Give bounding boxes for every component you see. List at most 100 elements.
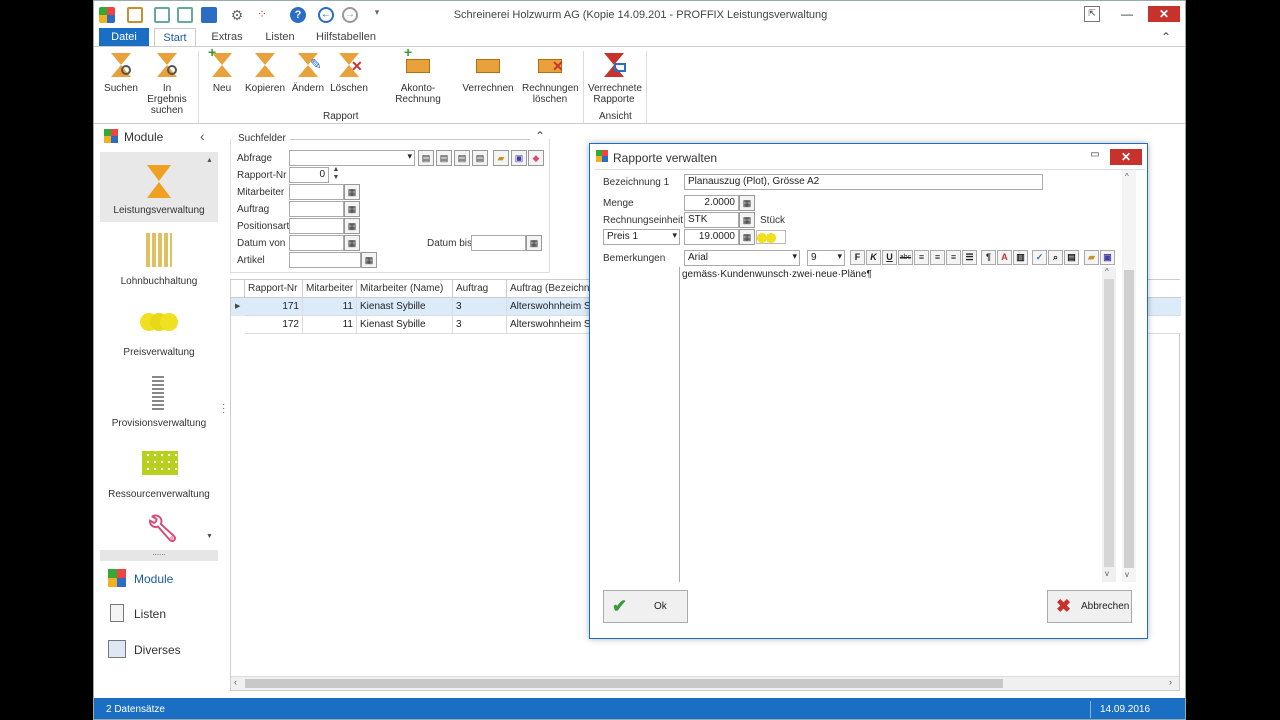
positionsart-lookup-icon[interactable]: ▦	[344, 218, 360, 234]
remark-editor[interactable]: gemäss·Kundenwunsch·zwei·neue·Pläne¶ ^ v	[679, 267, 1116, 582]
save-icon[interactable]: ▣	[511, 150, 527, 166]
suchen-button[interactable]: Suchen	[102, 51, 140, 94]
paste-icon[interactable]: ▤	[1064, 250, 1079, 265]
aendern-button[interactable]: ✎ Ändern	[290, 51, 326, 94]
open-file-icon[interactable]: ▰	[1084, 250, 1099, 265]
positionsart-input[interactable]	[289, 218, 344, 234]
module-ressourcenverwaltung[interactable]: Ressourcenverwaltung	[98, 489, 220, 500]
nav-module[interactable]: Module	[134, 572, 173, 586]
dialog-close-button[interactable]: ✕	[1110, 149, 1142, 165]
rechnungen-loeschen-button[interactable]: ✕ Rechnungen löschen	[522, 51, 579, 105]
nav-diverses[interactable]: Diverses	[134, 643, 181, 657]
mitarbeiter-lookup-icon[interactable]: ▦	[344, 184, 360, 200]
rapport-nr-spinner[interactable]: ▲ ▼	[330, 166, 342, 184]
module-lohnbuchhaltung[interactable]: Lohnbuchhaltung	[98, 276, 220, 287]
align-left-icon[interactable]: ≡	[914, 250, 929, 265]
col-rapport-nr[interactable]: Rapport-Nr	[245, 280, 303, 298]
tab-listen[interactable]: Listen	[260, 28, 300, 46]
open-folder-icon[interactable]: ▰	[493, 150, 509, 166]
font-color-button[interactable]: A	[997, 250, 1012, 265]
auftrag-input[interactable]	[289, 201, 344, 217]
tab-datei[interactable]: Datei	[99, 28, 149, 46]
auftrag-lookup-icon[interactable]: ▦	[344, 201, 360, 217]
scroll-down-icon[interactable]: v	[1125, 570, 1129, 579]
editor-scrollbar[interactable]: ^ v	[1102, 267, 1116, 582]
module-preisverwaltung[interactable]: Preisverwaltung	[98, 347, 220, 358]
loeschen-button[interactable]: ✕ Löschen	[330, 51, 368, 94]
nav-listen[interactable]: Listen	[134, 607, 166, 621]
ruler-icon[interactable]	[152, 376, 164, 410]
paragraph-button[interactable]: ¶	[981, 250, 996, 265]
editor-scrollbar-thumb[interactable]	[1104, 279, 1114, 567]
abbrechen-button[interactable]: ✖ Abbrechen	[1047, 590, 1132, 623]
underline-button[interactable]: U	[882, 250, 897, 265]
font-size-select[interactable]: 9 ▾	[807, 250, 845, 266]
preis-select[interactable]: Preis 1 ▾	[603, 229, 680, 245]
scroll-up-icon[interactable]: ▲	[206, 157, 213, 164]
artikel-input[interactable]	[289, 252, 361, 268]
hourglass-icon[interactable]	[147, 165, 171, 199]
tab-start[interactable]: Start	[154, 28, 196, 46]
datum-von-input[interactable]	[289, 235, 344, 251]
close-button[interactable]: ✕	[1148, 6, 1180, 22]
verrechnen-button[interactable]: Verrechnen	[462, 51, 514, 94]
resources-icon[interactable]	[142, 451, 178, 475]
scroll-right-icon[interactable]: ›	[1169, 677, 1172, 687]
scroll-up-icon[interactable]: ^	[1105, 267, 1109, 276]
preis-input[interactable]: 19.0000	[684, 229, 739, 245]
datum-von-calendar-icon[interactable]: ▦	[344, 235, 360, 251]
collapse-sidebar-icon[interactable]: ‹	[200, 128, 205, 144]
datum-bis-calendar-icon[interactable]: ▦	[526, 235, 542, 251]
align-center-icon[interactable]: ≡	[930, 250, 945, 265]
einheit-lookup-icon[interactable]: ▦	[739, 212, 755, 228]
query-list-icon[interactable]: ▤	[418, 150, 434, 166]
tab-hilfstabellen[interactable]: Hilfstabellen	[316, 28, 376, 46]
verrechnete-rapporte-button[interactable]: Verrechnete Rapporte	[588, 51, 642, 105]
scroll-down-icon[interactable]: v	[1105, 569, 1109, 578]
italic-button[interactable]: K	[866, 250, 881, 265]
spellcheck-icon[interactable]: ✓	[1032, 250, 1047, 265]
datum-bis-input[interactable]	[471, 235, 526, 251]
neu-button[interactable]: + Neu	[206, 45, 238, 94]
rapport-nr-input[interactable]: 0	[289, 167, 329, 183]
col-mitarbeiter[interactable]: Mitarbeiter	[303, 280, 357, 298]
scroll-up-icon[interactable]: ^	[1125, 172, 1129, 181]
col-mitarbeiter-name[interactable]: Mitarbeiter (Name)	[357, 280, 453, 298]
table-icon[interactable]: ▥	[1013, 250, 1028, 265]
scroll-down-icon[interactable]: ▼	[206, 533, 213, 540]
find-icon[interactable]: ⌕	[1048, 250, 1063, 265]
bezeichnung-input[interactable]: Planauszug (Plot), Grösse A2	[684, 174, 1043, 190]
query-delete-icon[interactable]: ▤	[472, 150, 488, 166]
col-auftrag[interactable]: Auftrag	[453, 280, 507, 298]
dialog-maximize-icon[interactable]: ▭	[1088, 149, 1102, 163]
abfrage-select[interactable]: ▾	[289, 150, 415, 166]
artikel-lookup-icon[interactable]: ▦	[361, 252, 377, 268]
query-edit-icon[interactable]: ▤	[454, 150, 470, 166]
font-name-select[interactable]: Arial ▾	[684, 250, 800, 266]
preis-calculator-icon[interactable]: ▦	[739, 229, 755, 245]
restore-icon[interactable]: ⇱	[1084, 6, 1100, 22]
menge-calculator-icon[interactable]: ▦	[739, 195, 755, 211]
align-right-icon[interactable]: ≡	[946, 250, 961, 265]
bold-button[interactable]: F	[850, 250, 865, 265]
price-coins-icon[interactable]	[756, 230, 786, 244]
ok-button[interactable]: ✔ Ok	[603, 590, 688, 623]
akonto-rechnung-button[interactable]: + Akonto-Rechnung	[380, 45, 456, 105]
eraser-icon[interactable]: ◆	[528, 150, 544, 166]
splitter-handle[interactable]: ......	[100, 549, 218, 561]
horizontal-scrollbar[interactable]: ‹ ›	[231, 676, 1179, 690]
coin-stack-icon[interactable]	[146, 233, 172, 267]
kopieren-button[interactable]: Kopieren	[244, 51, 286, 94]
mitarbeiter-input[interactable]	[289, 184, 344, 200]
strike-button[interactable]: abc	[898, 250, 913, 265]
scroll-left-icon[interactable]: ‹	[234, 677, 237, 687]
panel-splitter-dots[interactable]: · · ·	[222, 400, 225, 418]
scrollbar-thumb[interactable]	[245, 679, 1003, 688]
collapse-ribbon-icon[interactable]: ⌃	[1156, 28, 1176, 46]
query-copy-icon[interactable]: ▤	[436, 150, 452, 166]
dialog-scrollbar[interactable]: ^ v	[1122, 170, 1136, 582]
in-ergebnis-suchen-button[interactable]: In Ergebnis suchen	[144, 51, 190, 116]
minimize-button[interactable]: —	[1116, 6, 1138, 22]
menge-input[interactable]: 2.0000	[684, 195, 739, 211]
bullet-list-icon[interactable]: ☰	[962, 250, 977, 265]
